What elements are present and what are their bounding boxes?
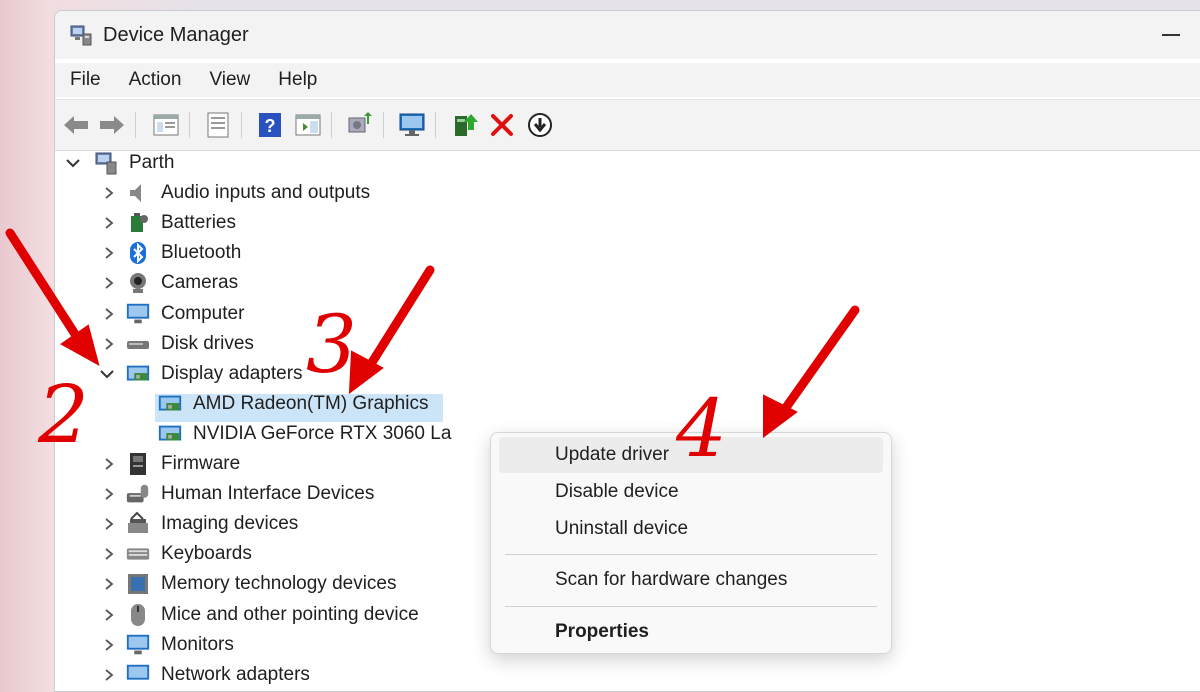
annotation-label-4: 4 <box>676 382 727 475</box>
annotation-overlay <box>5 228 860 438</box>
annotation-arrow-3 <box>348 265 435 395</box>
annotation-label-2: 2 <box>38 368 89 461</box>
annotation-arrow-2 <box>5 228 100 367</box>
annotation-label-3: 3 <box>306 298 357 391</box>
annotation-arrow-4 <box>763 305 860 438</box>
